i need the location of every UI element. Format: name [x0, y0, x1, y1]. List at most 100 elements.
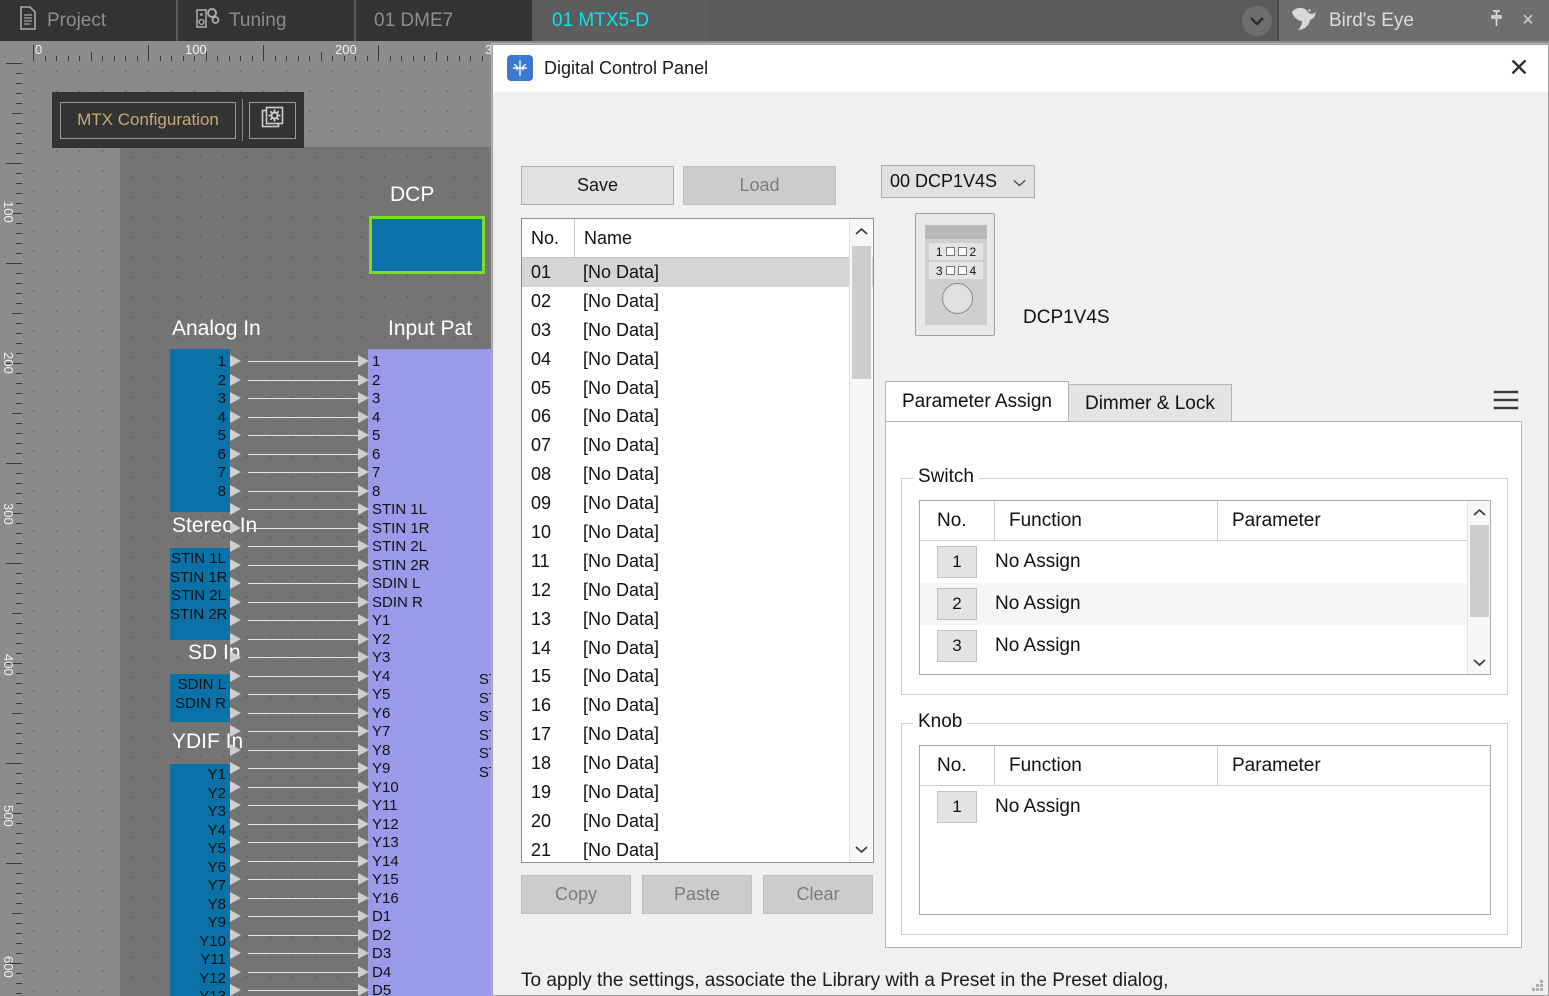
- library-row[interactable]: 09[No Data]: [522, 489, 873, 518]
- port-label: 4: [372, 409, 492, 427]
- switch-scrollbar[interactable]: [1467, 501, 1490, 674]
- library-row[interactable]: 04[No Data]: [522, 345, 873, 374]
- copy-label: Copy: [555, 884, 597, 905]
- library-rows: 01[No Data]02[No Data]03[No Data]04[No D…: [522, 258, 873, 863]
- wire-arrow: [230, 947, 241, 959]
- tab-tuning[interactable]: Tuning: [178, 0, 356, 41]
- library-row[interactable]: 21[No Data]: [522, 836, 873, 863]
- library-row[interactable]: 14[No Data]: [522, 634, 873, 663]
- library-row[interactable]: 13[No Data]: [522, 605, 873, 634]
- wire-arrow: [230, 522, 241, 534]
- library-row[interactable]: 15[No Data]: [522, 662, 873, 691]
- model-select[interactable]: 00 DCP1V4S: [881, 165, 1035, 198]
- wire-arrow: [358, 466, 369, 478]
- dialog-title: Digital Control Panel: [544, 58, 1485, 79]
- wire: [248, 805, 358, 806]
- mtx-configuration-button[interactable]: MTX Configuration: [60, 102, 236, 139]
- wire-arrow: [230, 633, 241, 645]
- scroll-up-icon[interactable]: [1468, 501, 1491, 524]
- dialog-title-bar[interactable]: Digital Control Panel ✕: [493, 45, 1548, 92]
- tab-overflow-button[interactable]: [1237, 0, 1277, 41]
- pin-icon[interactable]: [1485, 10, 1507, 32]
- library-row[interactable]: 05[No Data]: [522, 374, 873, 403]
- close-icon[interactable]: ✕: [1496, 48, 1542, 88]
- library-row[interactable]: 17[No Data]: [522, 720, 873, 749]
- port-label: 1: [372, 353, 492, 371]
- dcp-block[interactable]: [369, 216, 485, 274]
- library-scroll-thumb[interactable]: [852, 246, 871, 379]
- wire-arrow: [358, 892, 369, 904]
- device-switch-box-4: [958, 266, 967, 275]
- settings-button[interactable]: [249, 102, 296, 139]
- library-row[interactable]: 20[No Data]: [522, 807, 873, 836]
- clear-button[interactable]: Clear: [763, 875, 873, 914]
- library-row-no: 14: [522, 638, 574, 659]
- scroll-down-icon[interactable]: [850, 838, 873, 861]
- tab-dme7[interactable]: 01 DME7: [356, 0, 534, 41]
- library-row-no: 21: [522, 840, 574, 861]
- wire: [248, 546, 358, 547]
- library-row-name: [No Data]: [574, 695, 873, 716]
- port-label: Y3: [170, 803, 226, 821]
- library-row[interactable]: 01[No Data]: [522, 258, 873, 287]
- h-ruler-label: 0: [35, 42, 42, 57]
- library-row[interactable]: 08[No Data]: [522, 460, 873, 489]
- tab-mtx5d[interactable]: 01 MTX5-D: [534, 0, 712, 41]
- knob-row[interactable]: 1No Assign: [920, 786, 1490, 828]
- load-button[interactable]: Load: [683, 166, 836, 205]
- knob-group-label: Knob: [913, 711, 967, 733]
- library-row[interactable]: 18[No Data]: [522, 749, 873, 778]
- hamburger-menu-icon[interactable]: [1493, 390, 1519, 410]
- copy-button[interactable]: Copy: [521, 875, 631, 914]
- library-row[interactable]: 07[No Data]: [522, 431, 873, 460]
- library-scrollbar[interactable]: [849, 220, 872, 861]
- library-row[interactable]: 12[No Data]: [522, 576, 873, 605]
- port-label: Y14: [372, 853, 492, 871]
- tab-project[interactable]: Project: [0, 0, 178, 41]
- port-label: 2: [170, 372, 226, 390]
- library-list[interactable]: No. Name 01[No Data]02[No Data]03[No Dat…: [521, 218, 874, 863]
- switch-row[interactable]: 3No Assign: [920, 625, 1490, 667]
- wire: [248, 509, 358, 510]
- knob-icon: [942, 283, 973, 314]
- resize-grip[interactable]: [1531, 979, 1543, 991]
- birds-eye-panel-header: Bird's Eye ×: [1277, 0, 1549, 41]
- wire-arrow: [230, 429, 241, 441]
- wire-arrow: [230, 614, 241, 626]
- scroll-down-icon[interactable]: [1468, 651, 1491, 674]
- wire-arrow: [358, 929, 369, 941]
- switch-row[interactable]: 2No Assign: [920, 583, 1490, 625]
- knob-table[interactable]: No. Function Parameter 1No Assign: [919, 745, 1491, 915]
- switch-scroll-thumb[interactable]: [1470, 525, 1489, 617]
- wire-arrow: [230, 670, 241, 682]
- v-ruler-label: 600: [1, 956, 16, 978]
- close-icon[interactable]: ×: [1517, 9, 1539, 32]
- wire-arrow: [358, 966, 369, 978]
- port-label: STIN 1L: [372, 501, 492, 519]
- switch-table[interactable]: No. Function Parameter 1No Assign2No Ass…: [919, 500, 1491, 675]
- scroll-up-icon[interactable]: [850, 220, 873, 243]
- paste-button[interactable]: Paste: [642, 875, 752, 914]
- library-row[interactable]: 10[No Data]: [522, 518, 873, 547]
- library-row[interactable]: 19[No Data]: [522, 778, 873, 807]
- library-row[interactable]: 16[No Data]: [522, 691, 873, 720]
- tab-dimmer-lock[interactable]: Dimmer & Lock: [1068, 384, 1232, 422]
- save-button[interactable]: Save: [521, 166, 674, 205]
- library-row[interactable]: 06[No Data]: [522, 402, 873, 431]
- port-label: Y12: [372, 816, 492, 834]
- library-row-name: [No Data]: [574, 609, 873, 630]
- wire: [248, 768, 358, 769]
- port-label: Y8: [170, 896, 226, 914]
- library-row-no: 13: [522, 609, 574, 630]
- tab-parameter-assign[interactable]: Parameter Assign: [885, 381, 1069, 422]
- port-label: STIN 2R: [372, 557, 492, 575]
- wire-arrow: [230, 910, 241, 922]
- switch-row[interactable]: 1No Assign: [920, 541, 1490, 583]
- wire-arrow: [230, 781, 241, 793]
- port-label: Y15: [372, 871, 492, 889]
- load-label: Load: [739, 175, 779, 196]
- library-row[interactable]: 02[No Data]: [522, 287, 873, 316]
- library-row[interactable]: 11[No Data]: [522, 547, 873, 576]
- library-row[interactable]: 03[No Data]: [522, 316, 873, 345]
- knob-group: Knob No. Function Parameter 1No Assign: [901, 723, 1508, 935]
